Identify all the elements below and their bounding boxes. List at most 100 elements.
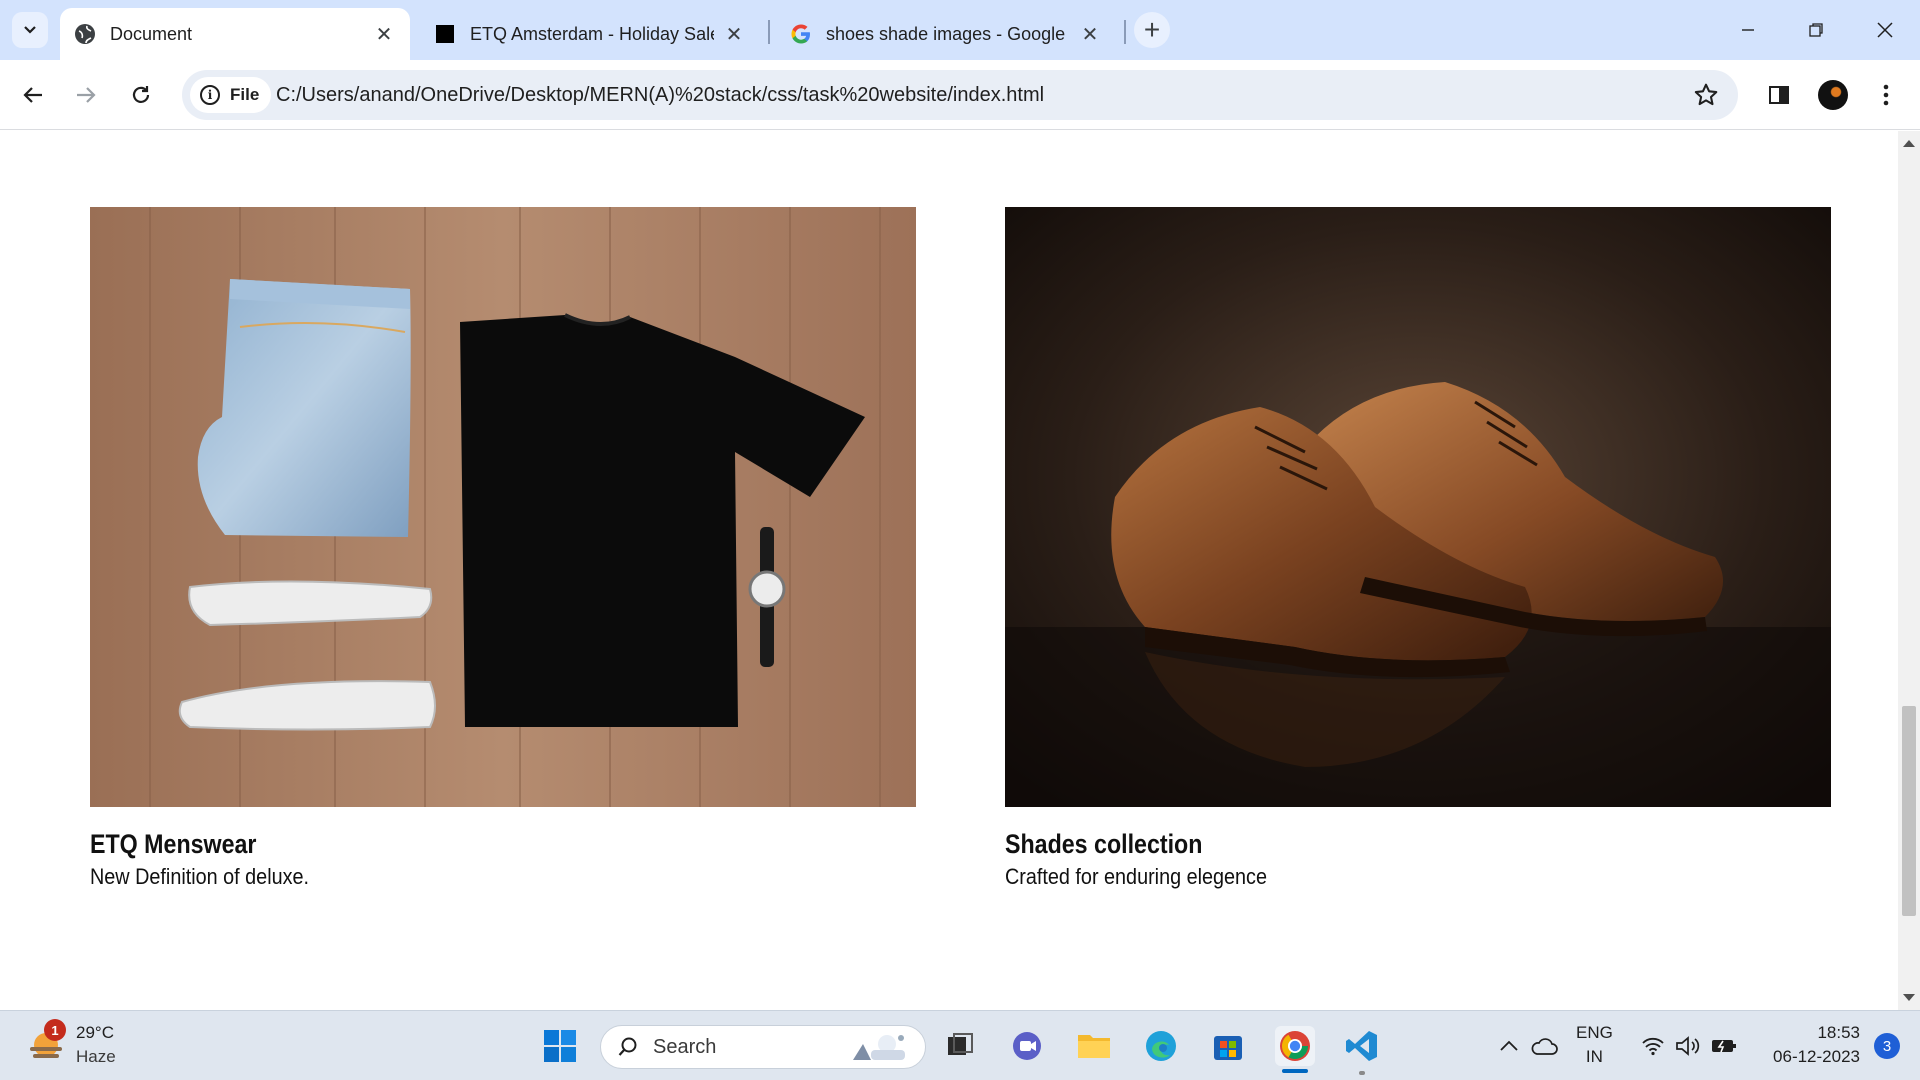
edge-icon bbox=[1146, 1031, 1176, 1061]
tab-title: shoes shade images - Google S bbox=[826, 23, 1070, 44]
start-button[interactable] bbox=[540, 1026, 580, 1066]
task-view-button[interactable] bbox=[940, 1026, 980, 1066]
page-viewport: ETQ Menswear New Definition of deluxe. S… bbox=[0, 131, 1898, 1010]
forward-button[interactable] bbox=[66, 75, 106, 115]
etq-square-icon bbox=[434, 23, 456, 45]
close-icon[interactable]: ✕ bbox=[372, 22, 396, 46]
vscode-button[interactable] bbox=[1342, 1026, 1382, 1066]
restore-icon bbox=[1809, 23, 1823, 37]
vscode-icon bbox=[1346, 1031, 1377, 1061]
language-indicator[interactable]: ENG IN bbox=[1576, 1021, 1613, 1069]
close-icon bbox=[1877, 22, 1893, 38]
taskbar: 1 29°C Haze Search ENG IN 18:53 06-12-20… bbox=[0, 1010, 1920, 1080]
active-app-indicator bbox=[1282, 1069, 1308, 1073]
site-info-chip[interactable]: i File bbox=[190, 77, 272, 113]
product-card: ETQ Menswear New Definition of deluxe. bbox=[90, 207, 916, 890]
product-card: Shades collection Crafted for enduring e… bbox=[1005, 207, 1831, 890]
card-title: Shades collection bbox=[1005, 829, 1203, 859]
site-chip-label: File bbox=[230, 85, 260, 104]
tab-separator bbox=[1124, 20, 1126, 44]
url-text[interactable]: C:/Users/anand/OneDrive/Desktop/MERN(A)%… bbox=[276, 70, 1044, 120]
scroll-up-arrow-icon[interactable] bbox=[1903, 140, 1915, 147]
cloud-icon bbox=[1531, 1038, 1558, 1055]
weather-temp: 29°C bbox=[76, 1023, 114, 1042]
close-window-button[interactable] bbox=[1860, 8, 1910, 52]
tab-title: Document bbox=[110, 23, 193, 44]
volume-button[interactable] bbox=[1668, 1026, 1708, 1066]
teams-button[interactable] bbox=[1007, 1026, 1047, 1066]
chrome-button[interactable] bbox=[1275, 1026, 1315, 1066]
minimize-icon bbox=[1742, 29, 1754, 31]
close-icon[interactable]: ✕ bbox=[722, 22, 746, 46]
arrow-right-icon bbox=[77, 87, 96, 103]
more-vertical-icon bbox=[1883, 84, 1889, 106]
battery-button[interactable] bbox=[1704, 1026, 1744, 1066]
chrome-icon bbox=[1280, 1031, 1310, 1061]
task-view-icon bbox=[948, 1033, 973, 1055]
minimize-button[interactable] bbox=[1723, 8, 1773, 52]
side-panel-button[interactable] bbox=[1759, 75, 1799, 115]
battery-charging-icon bbox=[1712, 1040, 1736, 1053]
card-subtitle: Crafted for enduring elegence bbox=[1005, 864, 1267, 889]
region-code: IN bbox=[1585, 1047, 1603, 1066]
show-hidden-icons-button[interactable] bbox=[1489, 1026, 1529, 1066]
search-label: Search bbox=[653, 1035, 717, 1058]
weather-condition: Haze bbox=[76, 1047, 116, 1066]
tab-title: ETQ Amsterdam - Holiday Sale bbox=[470, 23, 714, 44]
chevron-up-icon bbox=[1500, 1040, 1518, 1051]
wifi-icon bbox=[1642, 1037, 1664, 1056]
weather-widget[interactable]: 1 29°C Haze bbox=[26, 1019, 116, 1069]
tab-google-search[interactable]: shoes shade images - Google S ✕ bbox=[776, 8, 1116, 60]
store-icon bbox=[1214, 1036, 1242, 1060]
card-title: ETQ Menswear bbox=[90, 829, 257, 859]
tab-document[interactable]: Document ✕ bbox=[60, 8, 410, 60]
scroll-down-arrow-icon[interactable] bbox=[1903, 994, 1915, 1001]
bookmark-star-button[interactable] bbox=[1692, 81, 1720, 109]
back-button[interactable] bbox=[13, 75, 53, 115]
address-bar[interactable]: i File C:/Users/anand/OneDrive/Desktop/M… bbox=[182, 70, 1738, 120]
clock-date: 06-12-2023 bbox=[1773, 1047, 1860, 1066]
language-code: ENG bbox=[1576, 1023, 1613, 1042]
tab-etq-amsterdam[interactable]: ETQ Amsterdam - Holiday Sale ✕ bbox=[420, 8, 760, 60]
google-g-icon bbox=[790, 23, 812, 45]
scrollbar-thumb[interactable] bbox=[1902, 706, 1916, 916]
weather-badge: 1 bbox=[44, 1019, 66, 1041]
wifi-button[interactable] bbox=[1633, 1026, 1673, 1066]
volume-icon bbox=[1676, 1036, 1700, 1056]
side-panel-icon bbox=[1769, 86, 1789, 104]
avatar bbox=[1818, 80, 1848, 110]
info-icon: i bbox=[200, 85, 220, 105]
restore-button[interactable] bbox=[1791, 8, 1841, 52]
store-button[interactable] bbox=[1208, 1026, 1248, 1066]
reload-button[interactable] bbox=[121, 75, 161, 115]
edge-button[interactable] bbox=[1141, 1026, 1181, 1066]
profile-button[interactable] bbox=[1813, 75, 1853, 115]
reload-icon bbox=[132, 86, 150, 103]
new-tab-button[interactable]: + bbox=[1134, 12, 1170, 48]
file-explorer-button[interactable] bbox=[1074, 1026, 1114, 1066]
tab-strip: Document ✕ ETQ Amsterdam - Holiday Sale … bbox=[0, 0, 1920, 60]
search-highlight-icon bbox=[853, 1035, 905, 1060]
onedrive-button[interactable] bbox=[1524, 1026, 1564, 1066]
menswear-image[interactable] bbox=[90, 207, 916, 807]
windows-icon bbox=[544, 1030, 576, 1062]
folder-icon bbox=[1078, 1035, 1110, 1058]
browser-toolbar: i File C:/Users/anand/OneDrive/Desktop/M… bbox=[0, 60, 1920, 130]
notification-badge[interactable]: 3 bbox=[1874, 1033, 1900, 1059]
system-clock[interactable]: 18:53 06-12-2023 bbox=[1773, 1021, 1860, 1069]
taskbar-search[interactable]: Search bbox=[600, 1025, 926, 1069]
clock-time: 18:53 bbox=[1817, 1023, 1860, 1042]
close-icon[interactable]: ✕ bbox=[1078, 22, 1102, 46]
shades-collection-image[interactable] bbox=[1005, 207, 1831, 807]
star-icon bbox=[1694, 83, 1718, 106]
chevron-down-icon bbox=[24, 26, 36, 34]
menu-button[interactable] bbox=[1866, 75, 1906, 115]
tab-search-button[interactable] bbox=[12, 12, 48, 48]
page-scrollbar[interactable] bbox=[1898, 131, 1920, 1010]
card-subtitle: New Definition of deluxe. bbox=[90, 864, 310, 889]
weather-haze-icon: 1 bbox=[26, 1019, 66, 1065]
plus-icon: + bbox=[1143, 14, 1161, 45]
arrow-left-icon bbox=[23, 87, 42, 103]
tab-separator bbox=[768, 20, 770, 44]
open-app-indicator bbox=[1359, 1071, 1365, 1075]
